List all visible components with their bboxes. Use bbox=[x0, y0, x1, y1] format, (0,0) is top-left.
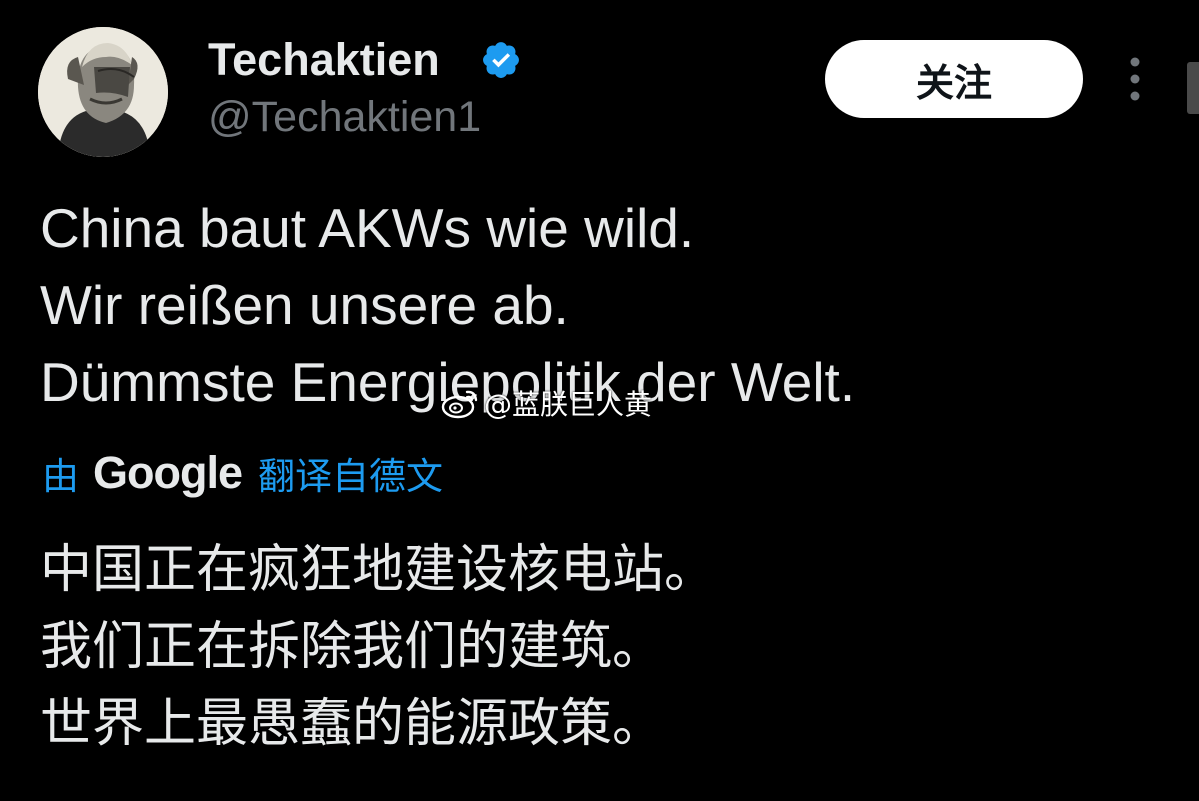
translated-line: 中国正在疯狂地建设核电站。 bbox=[40, 540, 717, 600]
watermark-text: @蓝朕巨人黄 bbox=[484, 388, 653, 421]
tweet-line: Wir reißen unsere ab. bbox=[40, 274, 569, 336]
translated-line: 我们正在拆除我们的建筑。 bbox=[40, 617, 665, 677]
avatar[interactable] bbox=[38, 27, 168, 157]
translation-prefix: 由 bbox=[42, 455, 79, 498]
weibo-watermark: @蓝朕巨人黄 bbox=[440, 381, 652, 425]
more-vertical-icon[interactable] bbox=[1120, 56, 1150, 102]
translated-text: 中国正在疯狂地建设核电站。 我们正在拆除我们的建筑。 世界上最愚蠢的能源政策。 bbox=[40, 532, 1160, 763]
weibo-logo-icon bbox=[441, 390, 478, 419]
verified-badge-icon bbox=[483, 42, 519, 78]
follow-button[interactable]: 关注 bbox=[825, 40, 1083, 118]
author-handle[interactable]: @Techaktien1 bbox=[208, 90, 481, 144]
portrait-avatar-image bbox=[38, 27, 168, 157]
tweet-line: China baut AKWs wie wild. bbox=[40, 197, 695, 259]
translated-line: 世界上最愚蠢的能源政策。 bbox=[40, 694, 665, 754]
translation-attribution: 由 Google 翻译自德文 bbox=[42, 446, 443, 500]
author-name[interactable]: Techaktien bbox=[208, 32, 440, 88]
google-logo: Google bbox=[93, 447, 243, 498]
scrollbar[interactable] bbox=[1187, 62, 1199, 114]
translated-from-link[interactable]: 翻译自德文 bbox=[258, 446, 443, 500]
